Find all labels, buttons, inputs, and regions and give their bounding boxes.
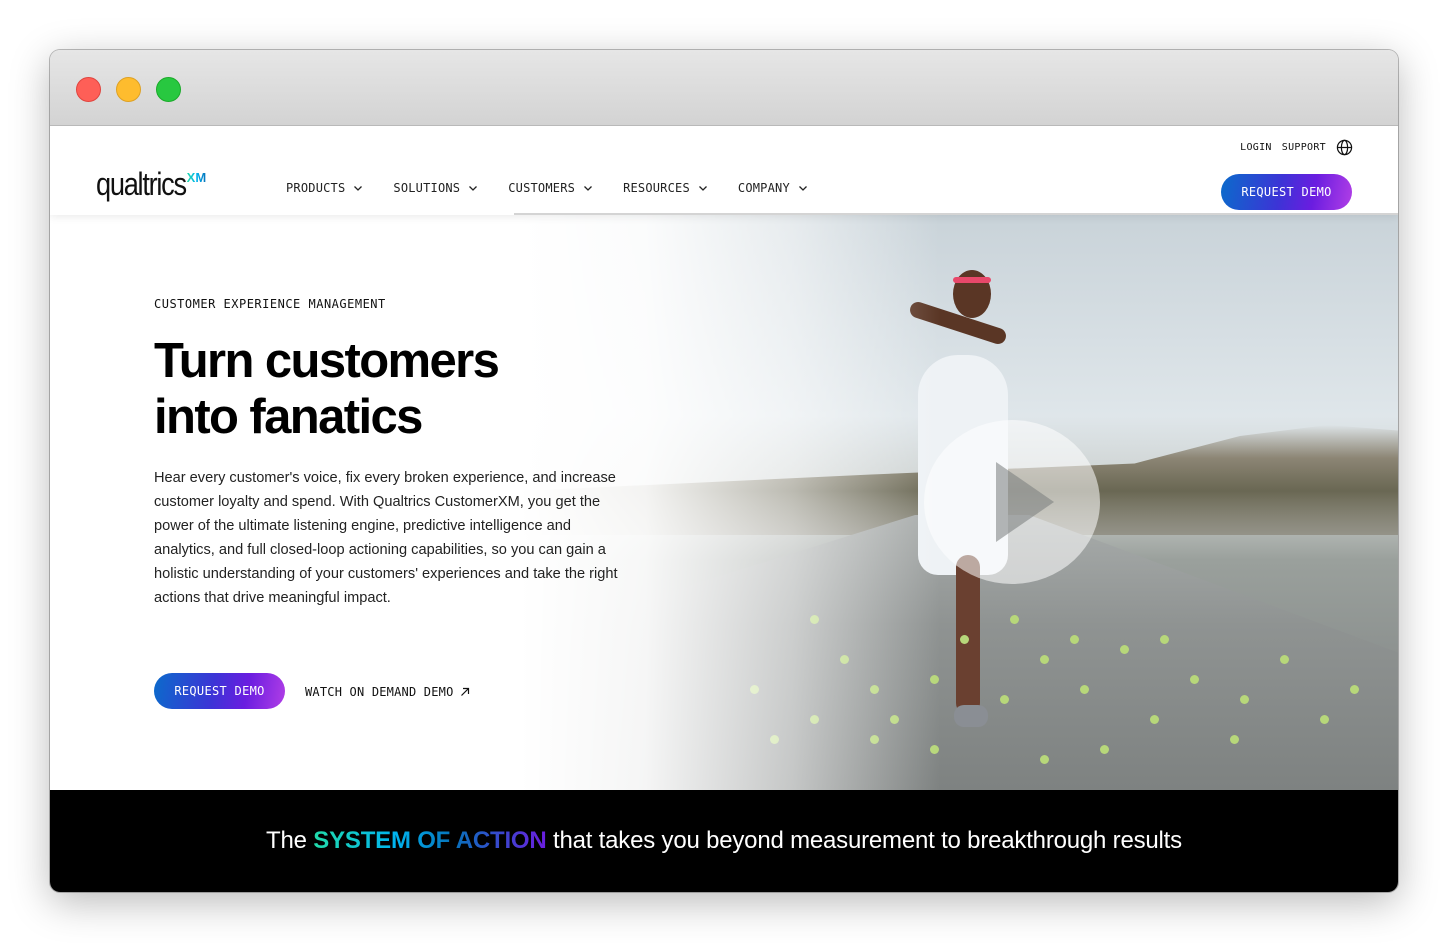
- hero-request-demo-button[interactable]: REQUEST DEMO: [154, 673, 285, 709]
- tennis-ball: [1240, 695, 1249, 704]
- tennis-ball: [1160, 635, 1169, 644]
- logo-wordmark: qualtrics: [96, 166, 187, 202]
- utility-nav: LOGIN SUPPORT: [1240, 139, 1353, 156]
- external-arrow-icon: [460, 687, 469, 696]
- headline-line-1: Turn customers: [154, 334, 500, 388]
- tennis-ball: [1190, 675, 1199, 684]
- tennis-ball: [1230, 735, 1239, 744]
- chevron-down-icon: [584, 186, 593, 191]
- banner-suffix: that takes you beyond measurement to bre…: [546, 827, 1182, 854]
- player-leg: [956, 555, 980, 715]
- tennis-ball: [1010, 615, 1019, 624]
- chevron-down-icon: [354, 186, 363, 191]
- watch-on-demand-demo-link[interactable]: WATCH ON DEMAND DEMO: [305, 685, 470, 699]
- minimize-window-button[interactable]: [116, 77, 141, 102]
- nav-customers-label: CUSTOMERS: [508, 181, 576, 195]
- close-window-button[interactable]: [76, 77, 101, 102]
- nav-solutions[interactable]: SOLUTIONS: [393, 181, 478, 195]
- logo-xm-badge: XM: [186, 170, 207, 185]
- banner-prefix: The: [266, 827, 314, 854]
- tennis-ball: [1280, 655, 1289, 664]
- watch-demo-label: WATCH ON DEMAND DEMO: [305, 685, 454, 699]
- site-header: LOGIN SUPPORT qualtrics XM PRODUCTS SOLU…: [50, 127, 1398, 215]
- play-icon: [996, 462, 1054, 542]
- tennis-ball: [1120, 645, 1129, 654]
- globe-icon[interactable]: [1336, 139, 1353, 156]
- system-of-action-banner: The SYSTEM OF ACTION that takes you beyo…: [50, 790, 1398, 892]
- title-bar: [50, 50, 1398, 126]
- headline-line-2: into fanatics: [154, 390, 423, 444]
- nav-company-label: COMPANY: [737, 181, 790, 195]
- banner-text: The SYSTEM OF ACTION that takes you beyo…: [266, 827, 1182, 855]
- player-headband: [953, 277, 991, 283]
- browser-window: LOGIN SUPPORT qualtrics XM PRODUCTS SOLU…: [50, 50, 1398, 892]
- login-link[interactable]: LOGIN: [1240, 142, 1272, 153]
- hero-headline: Turn customers into fanatics: [154, 333, 634, 445]
- tennis-ball: [1080, 685, 1089, 694]
- nav-company[interactable]: COMPANY: [738, 181, 808, 195]
- maximize-window-button[interactable]: [156, 77, 181, 102]
- chevron-down-icon: [798, 186, 807, 191]
- web-page: LOGIN SUPPORT qualtrics XM PRODUCTS SOLU…: [50, 127, 1398, 892]
- qualtrics-logo[interactable]: qualtrics XM: [96, 167, 206, 201]
- tennis-ball: [960, 635, 969, 644]
- nav-active-indicator: [514, 213, 1398, 215]
- banner-highlight: SYSTEM OF ACTION: [313, 827, 547, 854]
- tennis-ball: [1040, 655, 1049, 664]
- tennis-ball: [1000, 695, 1009, 704]
- tennis-ball: [1320, 715, 1329, 724]
- player-shoe: [954, 705, 988, 727]
- tennis-ball: [1150, 715, 1159, 724]
- hero-eyebrow: CUSTOMER EXPERIENCE MANAGEMENT: [154, 297, 386, 311]
- nav-products[interactable]: PRODUCTS: [286, 181, 363, 195]
- tennis-ball: [1070, 635, 1079, 644]
- nav-resources[interactable]: RESOURCES: [623, 181, 708, 195]
- tennis-ball: [1100, 745, 1109, 754]
- nav-products-label: PRODUCTS: [286, 181, 346, 195]
- nav-solutions-label: SOLUTIONS: [393, 181, 461, 195]
- hero-description: Hear every customer's voice, fix every b…: [154, 470, 618, 606]
- header-request-demo-button[interactable]: REQUEST DEMO: [1221, 174, 1352, 210]
- nav-resources-label: RESOURCES: [623, 181, 690, 195]
- main-nav: PRODUCTS SOLUTIONS CUSTOMERS RESOURCES C…: [286, 181, 838, 195]
- nav-customers[interactable]: CUSTOMERS: [508, 181, 593, 195]
- chevron-down-icon: [469, 186, 478, 191]
- play-video-button[interactable]: [924, 420, 1100, 584]
- support-link[interactable]: SUPPORT: [1282, 142, 1326, 153]
- tennis-ball: [1040, 755, 1049, 764]
- tennis-ball: [1350, 685, 1359, 694]
- chevron-down-icon: [698, 186, 707, 191]
- hero-section: CUSTOMER EXPERIENCE MANAGEMENT Turn cust…: [50, 215, 1398, 790]
